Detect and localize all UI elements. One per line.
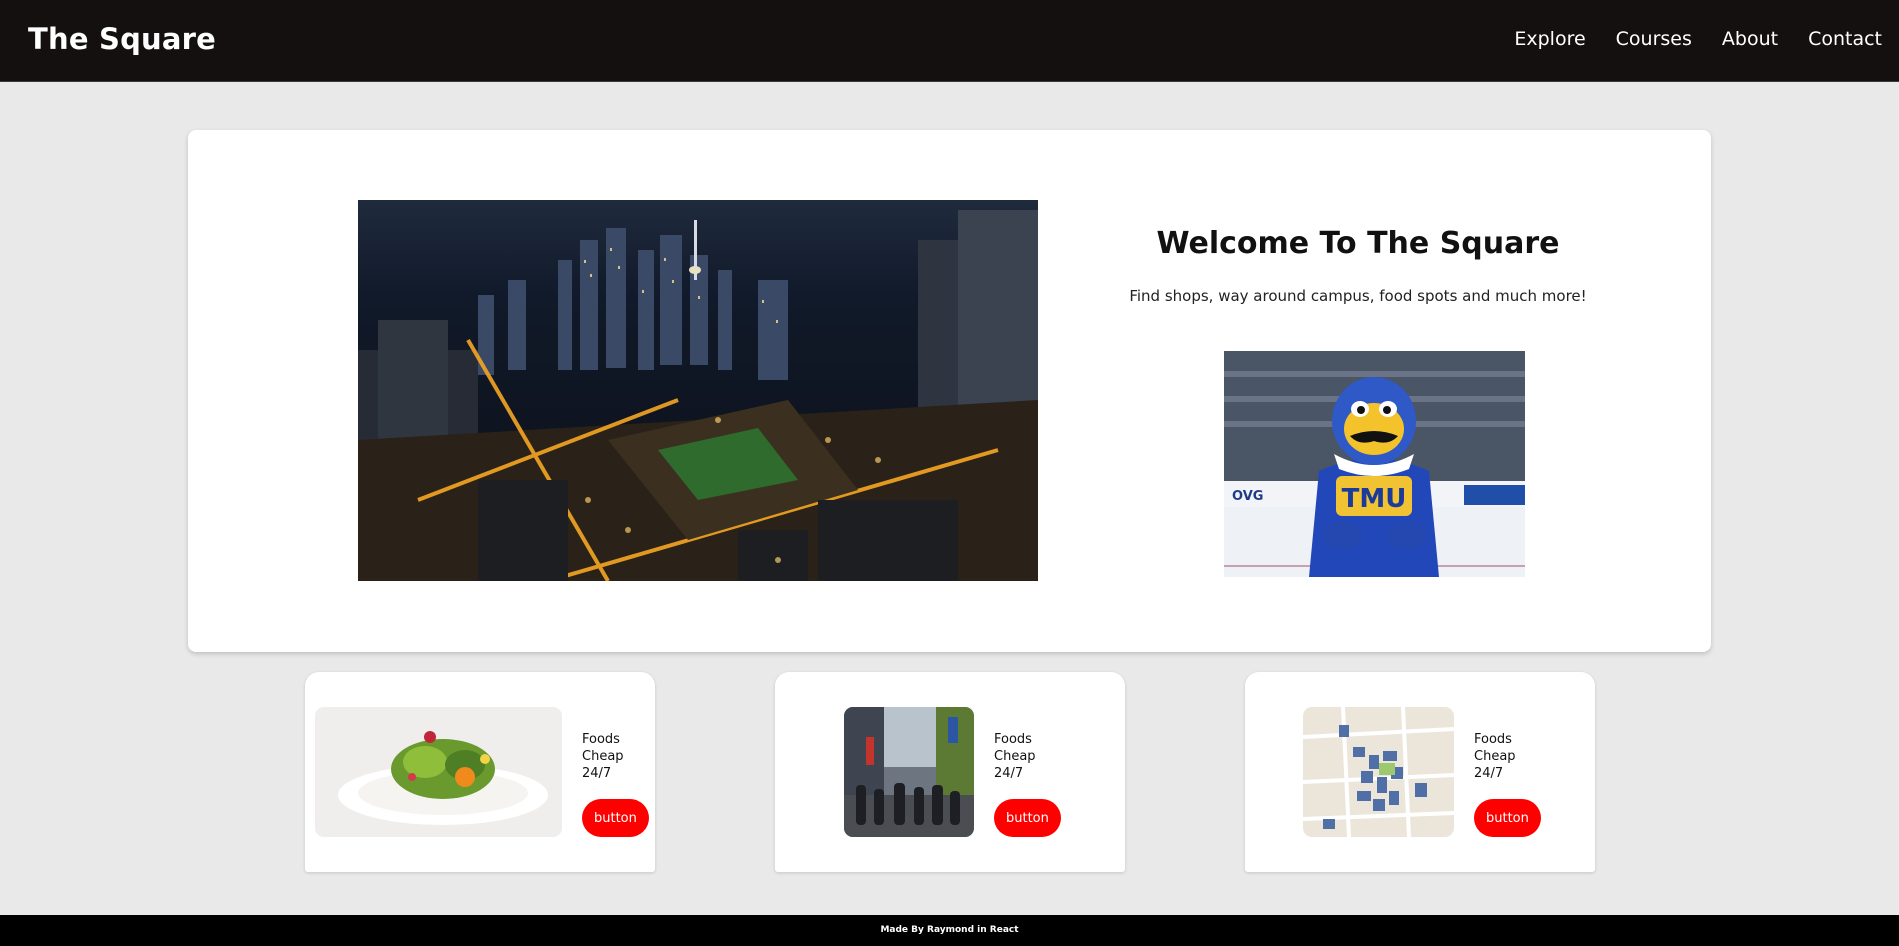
card-street-line-2: Cheap <box>994 749 1036 764</box>
nav-contact[interactable]: Contact <box>1808 28 1882 50</box>
city-skyline-image <box>358 200 1038 581</box>
nav-explore[interactable]: Explore <box>1514 28 1585 50</box>
card-food-line-3: 24/7 <box>582 766 612 781</box>
card-food-button[interactable]: button <box>582 799 649 837</box>
brand-logo-link[interactable]: The Square <box>28 22 216 56</box>
main-nav: Explore Courses About Contact <box>1514 28 1882 50</box>
feature-card-map: Foods Cheap 24/7 button <box>1245 672 1595 872</box>
nav-courses[interactable]: Courses <box>1616 28 1692 50</box>
mascot-image: OVG TMU <box>1224 351 1525 577</box>
salad-plate-photo <box>315 707 562 837</box>
hero-subtitle: Find shops, way around campus, food spot… <box>1129 287 1587 305</box>
rink-board-text: OVG <box>1232 489 1263 504</box>
card-map-button[interactable]: button <box>1474 799 1541 837</box>
card-street-line-1: Foods <box>994 732 1032 747</box>
card-food-line-2: Cheap <box>582 749 624 764</box>
card-street-button[interactable]: button <box>994 799 1061 837</box>
feature-card-street: Foods Cheap 24/7 button <box>775 672 1125 872</box>
mascot-shirt-text: TMU <box>1342 484 1407 514</box>
card-street-details: Foods Cheap 24/7 <box>994 731 1036 782</box>
hero-card: Welcome To The Square Find shops, way ar… <box>188 130 1711 652</box>
card-map-line-1: Foods <box>1474 732 1512 747</box>
feature-card-food: Foods Cheap 24/7 button <box>305 672 655 872</box>
street-crowd-photo <box>844 707 974 837</box>
card-map-line-2: Cheap <box>1474 749 1516 764</box>
campus-map-thumbnail <box>1303 707 1454 837</box>
hero-title: Welcome To The Square <box>1156 226 1560 261</box>
card-street-line-3: 24/7 <box>994 766 1024 781</box>
card-food-details: Foods Cheap 24/7 <box>582 731 624 782</box>
footer: Made By Raymond in React <box>0 915 1899 946</box>
top-navbar: The Square Explore Courses About Contact <box>0 0 1899 82</box>
footer-credit: Made By Raymond in React <box>880 925 1019 935</box>
card-map-details: Foods Cheap 24/7 <box>1474 731 1516 782</box>
card-map-line-3: 24/7 <box>1474 766 1504 781</box>
card-food-line-1: Foods <box>582 732 620 747</box>
nav-about[interactable]: About <box>1722 28 1778 50</box>
